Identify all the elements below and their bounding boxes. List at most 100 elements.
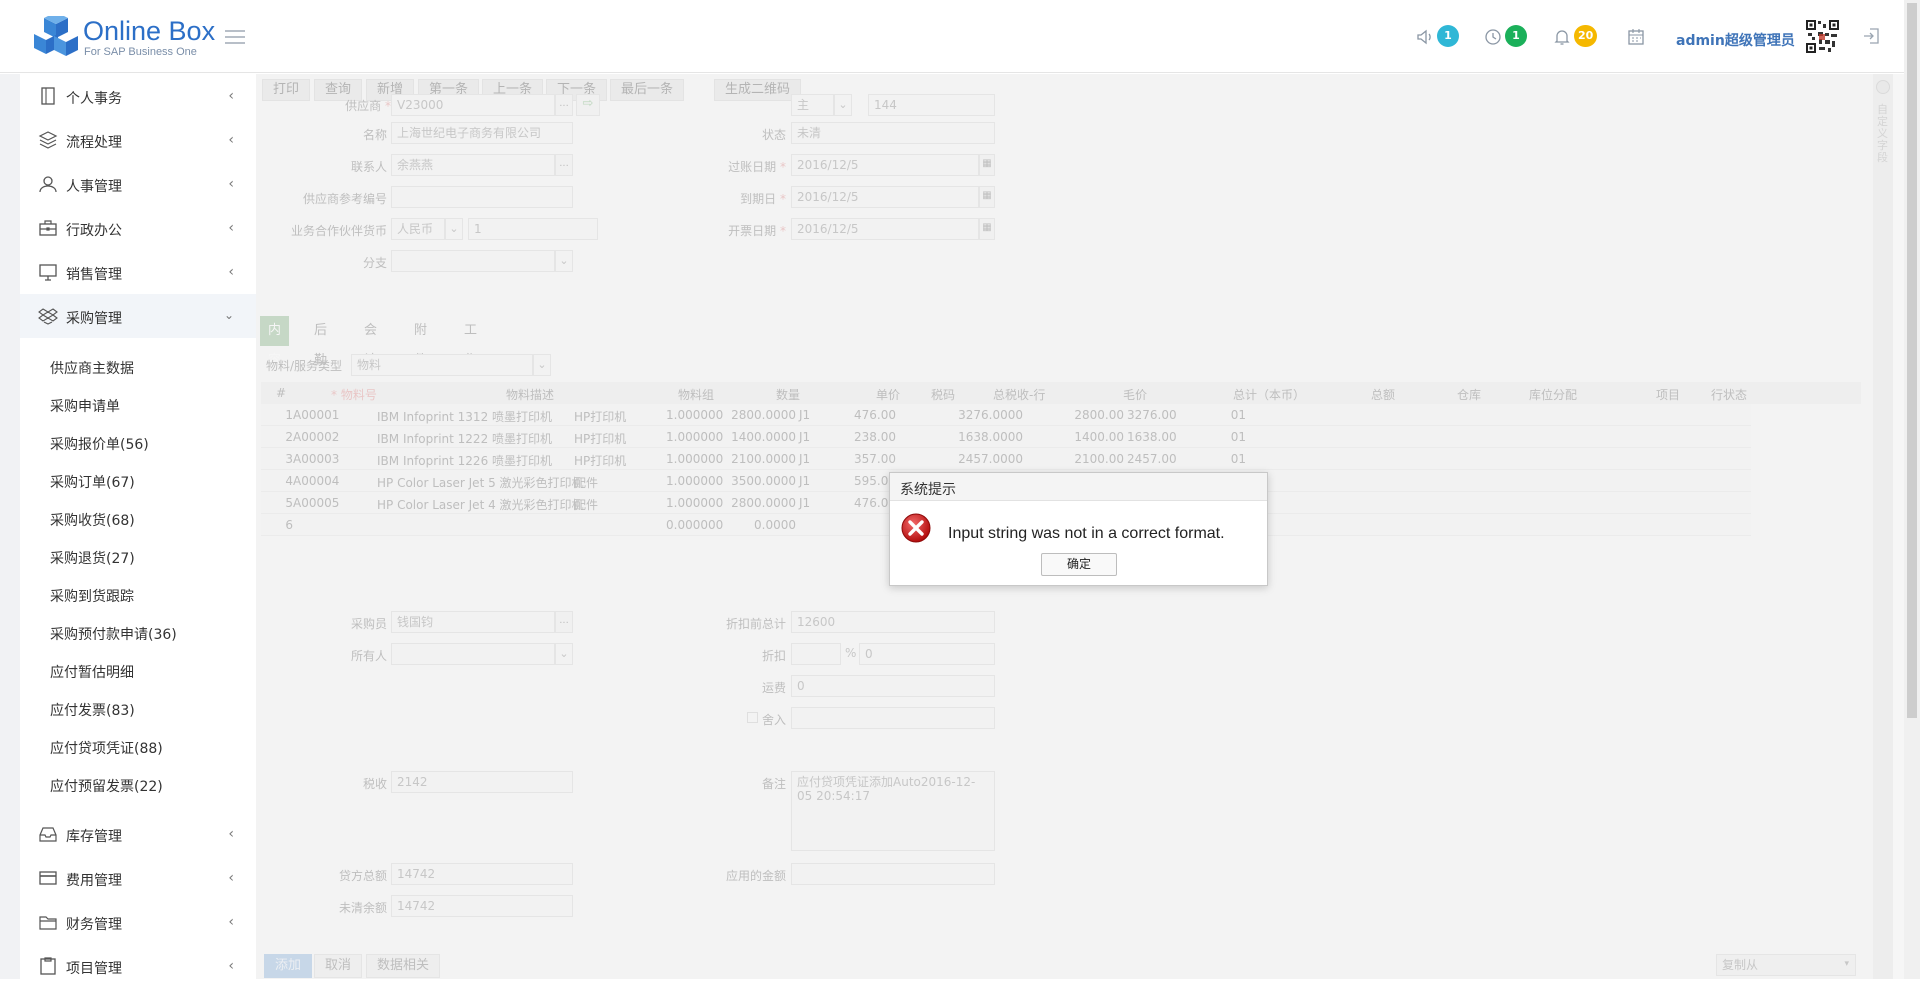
cell-gross-price[interactable]: 2457.0000 xyxy=(951,452,1023,466)
calendar-icon[interactable] xyxy=(1627,28,1645,46)
cell-unit-price[interactable]: 1400.0000 xyxy=(716,430,796,444)
submenu-purchase-request[interactable]: 采购申请单 xyxy=(50,396,120,416)
posting-date-field[interactable]: 2016/12/5 xyxy=(791,154,979,176)
vendor-ref-field[interactable] xyxy=(391,186,573,208)
page-scrollbar[interactable] xyxy=(1904,0,1920,979)
submenu-goods-receipt[interactable]: 采购收货(68) xyxy=(50,510,135,530)
ok-button[interactable]: 确定 xyxy=(1041,553,1117,576)
vendor-link-arrow-icon[interactable]: ⇨ xyxy=(576,94,600,116)
chevron-down-icon[interactable]: ⌄ xyxy=(555,643,573,665)
logout-icon[interactable] xyxy=(1862,26,1882,46)
remarks-textarea[interactable]: 应付贷项凭证添加Auto2016-12-05 20:54:17 xyxy=(791,771,995,851)
cell-total-local[interactable]: 2100.00 xyxy=(1031,452,1124,466)
cancel-button[interactable]: 取消 xyxy=(314,954,363,978)
cell-quantity[interactable]: 1.000000 xyxy=(666,408,723,422)
sidebar-item-inventory[interactable]: 库存管理 ‹ xyxy=(20,812,256,856)
submenu-purchase-order[interactable]: 采购订单(67) xyxy=(50,472,135,492)
cell-item-group[interactable]: HP打印机 xyxy=(574,452,626,469)
cell-row-index[interactable]: 2 xyxy=(283,430,293,444)
cell-quantity[interactable]: 1.000000 xyxy=(666,430,723,444)
sidebar-item-expense[interactable]: 费用管理 ‹ xyxy=(20,856,256,900)
custom-fields-panel[interactable]: 自定义字段 xyxy=(1873,74,1893,979)
generate-qr-button[interactable]: 生成二维码 xyxy=(714,79,802,101)
cell-total-local[interactable]: 2800.00 xyxy=(1031,408,1124,422)
submenu-delivery-tracking[interactable]: 采购到货跟踪 xyxy=(50,586,134,606)
cell-total-local[interactable]: 1400.00 xyxy=(1031,430,1124,444)
owner-select[interactable] xyxy=(391,643,555,665)
tab-logistics[interactable]: 后勤 xyxy=(306,316,335,368)
cell-tax-code[interactable]: J1 xyxy=(799,430,810,444)
total-before-discount-field[interactable]: 12600 xyxy=(791,611,995,633)
chevron-down-icon[interactable]: ⌄ xyxy=(445,218,463,240)
cell-unit-price[interactable]: 0.0000 xyxy=(716,518,796,532)
tax-field[interactable]: 2142 xyxy=(391,771,573,793)
calendar-icon[interactable]: ▦ xyxy=(979,186,995,208)
cell-tax-code[interactable]: J1 xyxy=(799,474,810,488)
sidebar-item-sales[interactable]: 销售管理 ‹ xyxy=(20,250,256,294)
sidebar-item-project[interactable]: 项目管理 ‹ xyxy=(20,944,256,988)
cell-description[interactable]: IBM Infoprint 1226 喷墨打印机 xyxy=(377,452,552,469)
cell-total[interactable]: 1638.00 xyxy=(1127,430,1177,444)
submenu-prepayment-request[interactable]: 采购预付款申请(36) xyxy=(50,624,177,644)
last-record-button[interactable]: 最后一条 xyxy=(610,79,685,101)
cell-warehouse[interactable]: 01 xyxy=(1206,452,1246,466)
chevron-down-icon[interactable]: ⌄ xyxy=(533,354,551,376)
open-balance-field[interactable]: 14742 xyxy=(391,895,573,917)
tab-attachments[interactable]: 附件 xyxy=(406,316,435,368)
cell-row-index[interactable]: 5 xyxy=(283,496,293,510)
cell-warehouse[interactable]: 01 xyxy=(1206,408,1246,422)
cell-row-index[interactable]: 4 xyxy=(283,474,293,488)
cell-description[interactable]: HP Color Laser Jet 5 激光彩色打印机 xyxy=(377,474,584,491)
cell-quantity[interactable]: 1.000000 xyxy=(666,496,723,510)
discount-percent-field[interactable] xyxy=(791,643,841,665)
sidebar-item-admin-office[interactable]: 行政办公 ‹ xyxy=(20,206,256,250)
currency-select[interactable]: 人民币 xyxy=(391,218,445,240)
cell-quantity[interactable]: 1.000000 xyxy=(666,474,723,488)
bell-icon[interactable] xyxy=(1553,28,1571,46)
vendor-field[interactable]: V23000 xyxy=(391,94,555,116)
cell-quantity[interactable]: 0.000000 xyxy=(666,518,723,532)
tab-contents[interactable]: 内容 xyxy=(260,316,290,368)
user-name[interactable]: admin超级管理员 xyxy=(1676,30,1795,50)
cell-description[interactable]: HP Color Laser Jet 4 激光彩色打印机 xyxy=(377,496,584,513)
submenu-goods-return[interactable]: 采购退货(27) xyxy=(50,548,135,568)
submenu-ap-credit-memo[interactable]: 应付贷项凭证(88) xyxy=(50,738,163,758)
cell-tax-code[interactable]: J1 xyxy=(799,496,810,510)
cell-unit-price[interactable]: 2800.0000 xyxy=(716,496,796,510)
vendor-lookup-button[interactable]: ... xyxy=(555,94,573,116)
cell-warehouse[interactable]: 01 xyxy=(1206,430,1246,444)
related-data-button[interactable]: 数据相关 xyxy=(366,954,441,978)
add-button[interactable]: 添加 xyxy=(264,954,313,978)
calendar-icon[interactable]: ▦ xyxy=(979,154,995,176)
branch-select[interactable] xyxy=(391,250,555,272)
gear-icon[interactable] xyxy=(1876,80,1890,94)
number-field[interactable]: 144 xyxy=(868,94,995,116)
cell-description[interactable]: IBM Infoprint 1222 喷墨打印机 xyxy=(377,430,552,447)
copy-from-select[interactable]: 复制从 ▾ xyxy=(1716,954,1856,976)
chevron-down-icon[interactable]: ⌄ xyxy=(834,94,852,116)
cell-item-no[interactable]: A00003 xyxy=(293,452,339,466)
calendar-icon[interactable]: ▦ xyxy=(979,218,995,240)
tab-accounting[interactable]: 会计 xyxy=(356,316,385,368)
cell-item-no[interactable]: A00002 xyxy=(293,430,339,444)
cell-row-index[interactable]: 1 xyxy=(283,408,293,422)
chevron-down-icon[interactable]: ⌄ xyxy=(555,250,573,272)
submenu-ap-invoice[interactable]: 应付发票(83) xyxy=(50,700,135,720)
cell-item-group[interactable]: 配件 xyxy=(574,496,598,513)
buyer-field[interactable]: 钱国钧 xyxy=(391,611,555,633)
contact-field[interactable]: 余燕燕 xyxy=(391,154,555,176)
table-row[interactable]: 3 A00003 IBM Infoprint 1226 喷墨打印机 HP打印机 1.00… xyxy=(261,448,1751,470)
cell-description[interactable]: IBM Infoprint 1312 喷墨打印机 xyxy=(377,408,552,425)
cell-unit-price[interactable]: 3500.0000 xyxy=(716,474,796,488)
number-series-select[interactable]: 主 xyxy=(791,94,834,116)
cell-unit-price[interactable]: 2800.0000 xyxy=(716,408,796,422)
qr-code-avatar[interactable] xyxy=(1805,19,1840,54)
scrollbar-thumb[interactable] xyxy=(1907,3,1917,718)
tab-workflow[interactable]: 工作流程 xyxy=(456,316,485,428)
cell-unit-price[interactable]: 2100.0000 xyxy=(716,452,796,466)
discount-amount-field[interactable]: 0 xyxy=(859,643,995,665)
submenu-vendor-master[interactable]: 供应商主数据 xyxy=(50,358,134,378)
name-field[interactable]: 上海世纪电子商务有限公司 xyxy=(391,122,573,144)
rounding-field[interactable] xyxy=(791,707,995,729)
cell-row-index[interactable]: 3 xyxy=(283,452,293,466)
